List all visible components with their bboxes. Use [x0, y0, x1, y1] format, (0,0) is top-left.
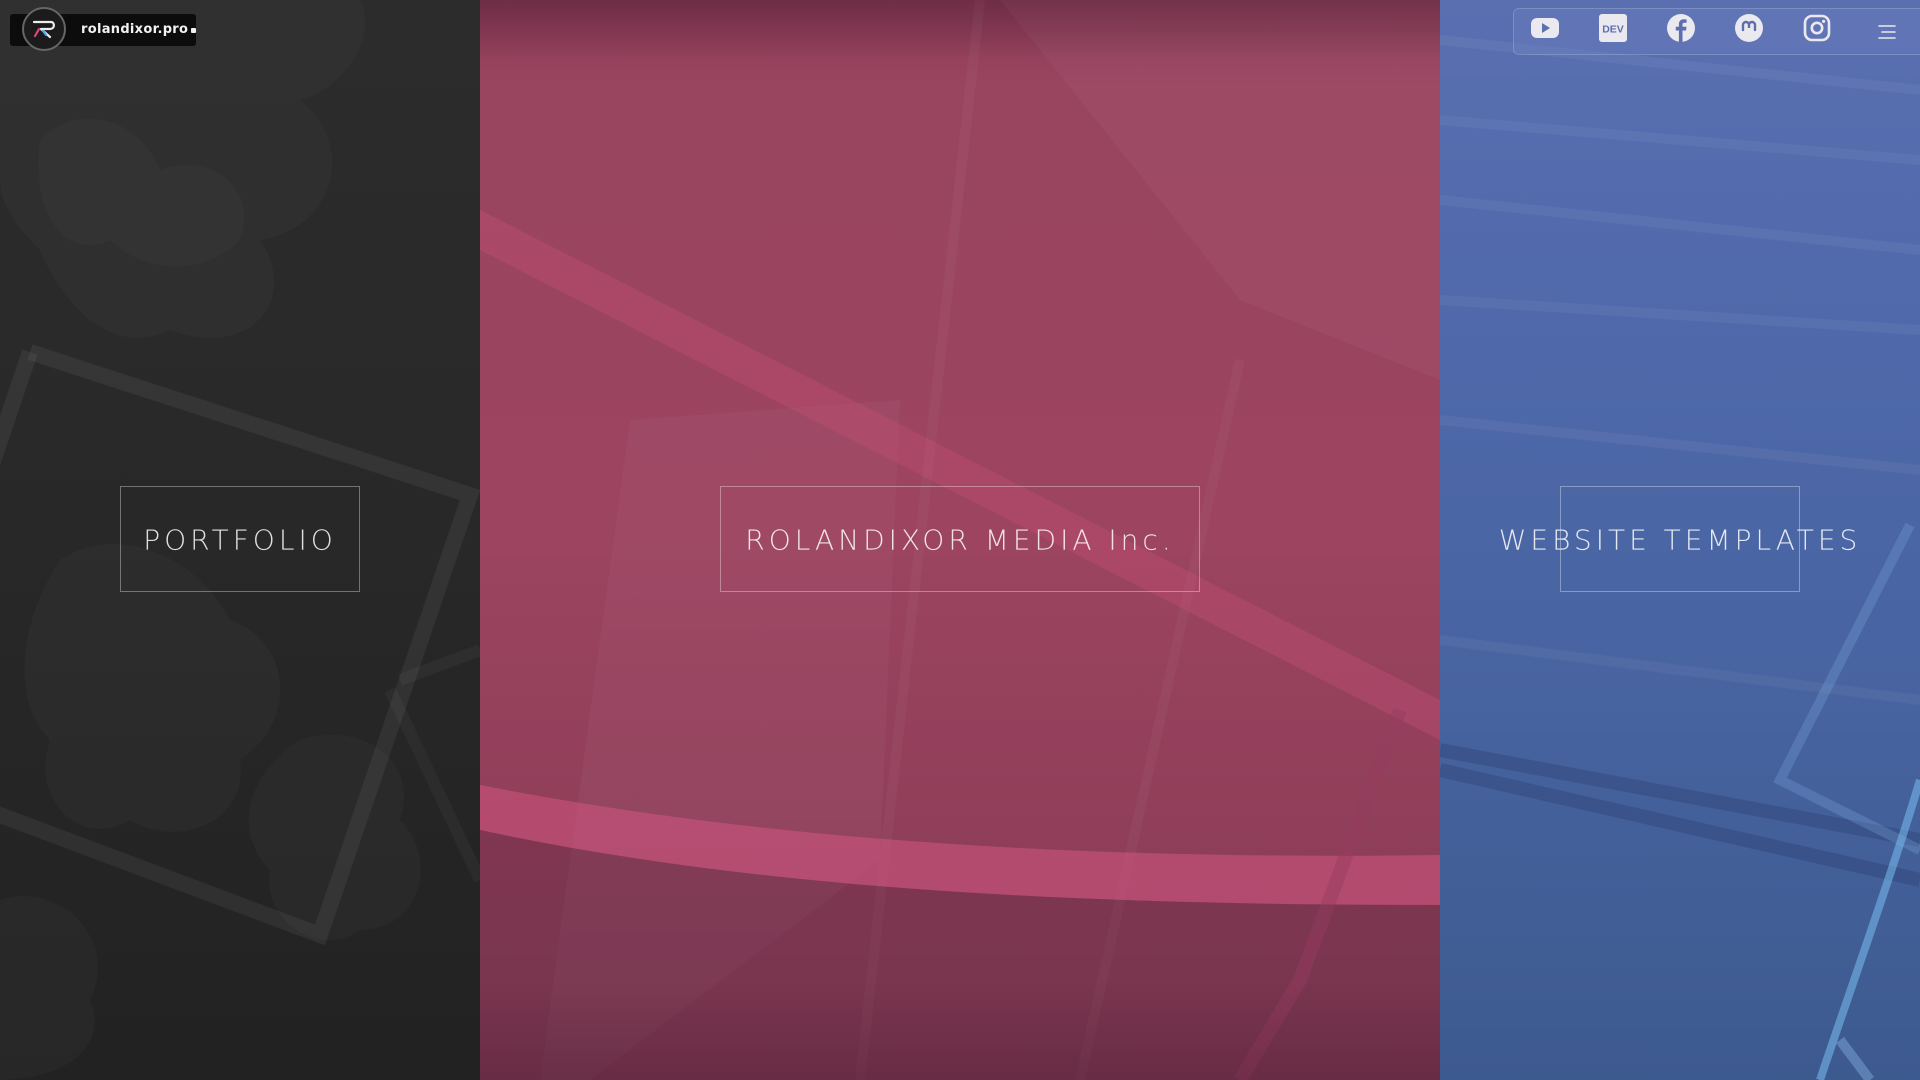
media-label: ROLANDIXOR MEDIA Inc.: [745, 523, 1175, 557]
templates-panel[interactable]: WEBSITE TEMPLATES: [1440, 0, 1920, 1080]
brand-badge[interactable]: rolandixor.pro: [10, 7, 196, 51]
menu-icon[interactable]: [1875, 20, 1899, 44]
instagram-icon[interactable]: [1802, 13, 1832, 43]
youtube-icon[interactable]: [1530, 13, 1560, 43]
landing-page: PORTFOLIO ROLANDIXOR MEDIA Inc. WEBSITE …: [0, 0, 1920, 1080]
portfolio-label: PORTFOLIO: [143, 523, 337, 557]
mastodon-icon[interactable]: [1734, 13, 1764, 43]
brand-dot: [191, 28, 196, 33]
brand-name[interactable]: rolandixor.pro: [81, 22, 188, 37]
facebook-icon[interactable]: [1666, 13, 1696, 43]
portfolio-panel[interactable]: PORTFOLIO: [0, 0, 480, 1080]
brand-logo-icon[interactable]: [22, 7, 66, 51]
dev-icon[interactable]: DEV: [1598, 13, 1628, 43]
templates-label: WEBSITE TEMPLATES: [1498, 523, 1862, 557]
svg-text:DEV: DEV: [1602, 24, 1624, 36]
media-panel[interactable]: ROLANDIXOR MEDIA Inc.: [480, 0, 1440, 1080]
social-links-bar: [1513, 8, 1920, 55]
